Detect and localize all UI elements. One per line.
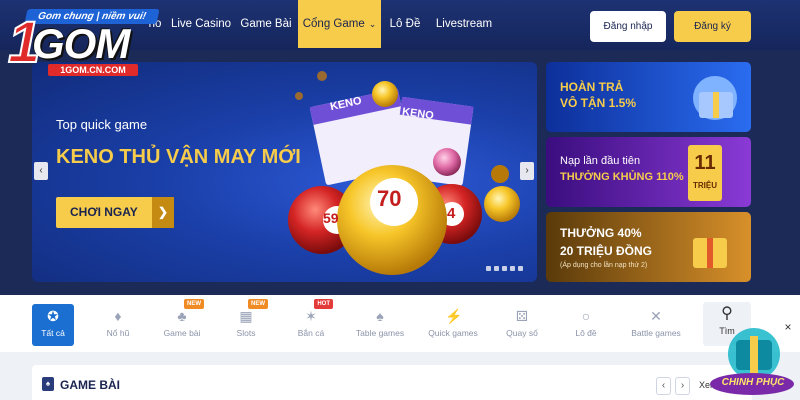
logo-domain: 1GOM.CN.COM: [48, 64, 138, 76]
category-label: Quick games: [428, 328, 478, 338]
banner-dot[interactable]: [494, 266, 499, 271]
site-logo[interactable]: Gom chung | niềm vui! 1 GOM 1GOM.CN.COM: [4, 2, 164, 76]
category-label: Game bài: [163, 328, 201, 338]
side-banner-subtitle: THƯỞNG KHỦNG 110%: [560, 171, 684, 183]
category-label: Table games: [355, 328, 405, 338]
banner-pagination: [483, 258, 523, 276]
table-icon: ♠: [376, 308, 384, 324]
main-promo-banner[interactable]: KENO KENO 59 70 4 Top quick game KENO TH…: [32, 62, 537, 282]
side-banner-first-deposit[interactable]: Nạp lần đầu tiên THƯỞNG KHỦNG 110% 11 TR…: [546, 137, 751, 207]
gift-box-icon: [693, 238, 727, 268]
cards-icon: ♣: [177, 308, 187, 324]
ball-number-59: 59: [323, 210, 339, 226]
category-slots[interactable]: NEW ▦ Slots: [216, 299, 276, 346]
category-label: Slots: [236, 328, 256, 338]
hot-badge: HOT: [314, 299, 333, 309]
close-icon[interactable]: ×: [781, 320, 795, 334]
side-banner-note: (Áp dụng cho lần nạp thứ 2): [560, 262, 648, 269]
play-now-button[interactable]: CHƠI NGAY ❯: [56, 197, 174, 228]
bonus-badge-number: 11: [694, 152, 716, 174]
category-battle-games[interactable]: ✕ Battle games: [626, 304, 686, 346]
keno-artwork: [288, 71, 520, 275]
side-banner-subtitle: 20 TRIỆU ĐỒNG: [560, 244, 653, 258]
lottery-icon: ○: [581, 308, 591, 324]
side-banner-subtitle: VÔ TẬN 1.5%: [560, 96, 637, 110]
category-label: Bắn cá: [297, 328, 325, 338]
banner-dot[interactable]: [486, 266, 491, 271]
logo-wordmark: GOM: [32, 20, 130, 67]
play-now-label: CHƠI NGAY: [70, 205, 138, 219]
star-icon: ✪: [47, 308, 59, 324]
nav-tab-livestream[interactable]: Livestream: [432, 0, 496, 48]
bolt-icon: ⚡: [445, 308, 463, 324]
cards-icon: ♠: [42, 377, 54, 391]
new-badge: NEW: [184, 299, 204, 309]
nav-tab-game-bai[interactable]: Game Bài: [236, 0, 296, 48]
banner-dot[interactable]: [510, 266, 515, 271]
dice-icon: ⚄: [515, 308, 529, 324]
side-banner-cashback[interactable]: HOÀN TRẢ VÔ TẬN 1.5%: [546, 62, 751, 132]
banner-dot[interactable]: [518, 266, 523, 271]
banner-headline: KENO THỦ VẬN MAY MỚI: [56, 146, 301, 168]
banner-tagline: Top quick game: [56, 117, 148, 132]
category-label: Quay số: [506, 328, 538, 338]
jackpot-icon: ♦: [114, 308, 122, 324]
ball-number-70: 70: [377, 186, 402, 211]
game-bai-section-header: ♠ GAME BÀI ‹ › Xem: [32, 365, 752, 400]
category-label: Battle games: [631, 328, 681, 338]
bonus-badge: 11 TRIỆU: [688, 145, 722, 201]
category-lottery[interactable]: ○ Lô đề: [556, 304, 616, 346]
top-navigation: Gom chung | niềm vui! 1 GOM 1GOM.CN.COM …: [0, 0, 800, 76]
gift-box-icon: [693, 76, 737, 120]
ball-number-4: 4: [447, 205, 456, 222]
nav-tab-label: Cổng Game: [302, 18, 365, 30]
chevron-down-icon: ⌄: [368, 19, 377, 29]
arrow-right-icon: ❯: [152, 197, 174, 228]
category-bar: ✪ Tất cả ♦ Nổ hũ NEW ♣ Game bài NEW ▦ Sl…: [0, 295, 800, 352]
nav-tab-live-casino[interactable]: Live Casino: [168, 0, 234, 48]
section-prev-button[interactable]: ‹: [656, 377, 671, 395]
side-banner-title: THƯỞNG 40%: [560, 226, 642, 240]
swords-icon: ✕: [650, 308, 662, 324]
category-quick-games[interactable]: ⚡ Quick games: [423, 304, 483, 346]
side-banner-title: HOÀN TRẢ: [560, 80, 624, 94]
category-card-games[interactable]: NEW ♣ Game bài: [152, 299, 212, 346]
nav-tab-lo-de[interactable]: Lô Đề: [385, 0, 425, 48]
bonus-badge-unit: TRIỆU: [693, 181, 717, 190]
banner-prev-button[interactable]: ‹: [34, 162, 48, 180]
side-banner-second-deposit[interactable]: THƯỞNG 40% 20 TRIỆU ĐỒNG (Áp dụng cho lầ…: [546, 212, 751, 282]
register-button[interactable]: Đăng ký: [674, 11, 751, 42]
banner-dot[interactable]: [502, 266, 507, 271]
nav-tab-cong-game[interactable]: Cổng Game ⌄: [298, 0, 381, 48]
side-banner-title: Nạp lần đầu tiên: [560, 155, 641, 167]
banner-next-button[interactable]: ›: [520, 162, 534, 180]
category-label: Tất cả: [41, 328, 65, 338]
slots-icon: ▦: [239, 308, 253, 324]
floating-promo-label: CHINH PHỤC: [721, 377, 785, 388]
fish-icon: ✶: [305, 308, 317, 324]
category-table-games[interactable]: ♠ Table games: [350, 304, 410, 346]
category-all[interactable]: ✪ Tất cả: [32, 304, 74, 346]
category-label: Lô đề: [575, 328, 597, 338]
category-number-draw[interactable]: ⚄ Quay số: [492, 304, 552, 346]
login-button[interactable]: Đăng nhập: [590, 11, 666, 42]
category-jackpot[interactable]: ♦ Nổ hũ: [88, 304, 148, 346]
section-next-button[interactable]: ›: [675, 377, 690, 395]
new-badge: NEW: [248, 299, 268, 309]
section-title: GAME BÀI: [60, 378, 120, 392]
category-label: Nổ hũ: [106, 328, 130, 338]
category-fishing[interactable]: HOT ✶ Bắn cá: [281, 299, 341, 346]
